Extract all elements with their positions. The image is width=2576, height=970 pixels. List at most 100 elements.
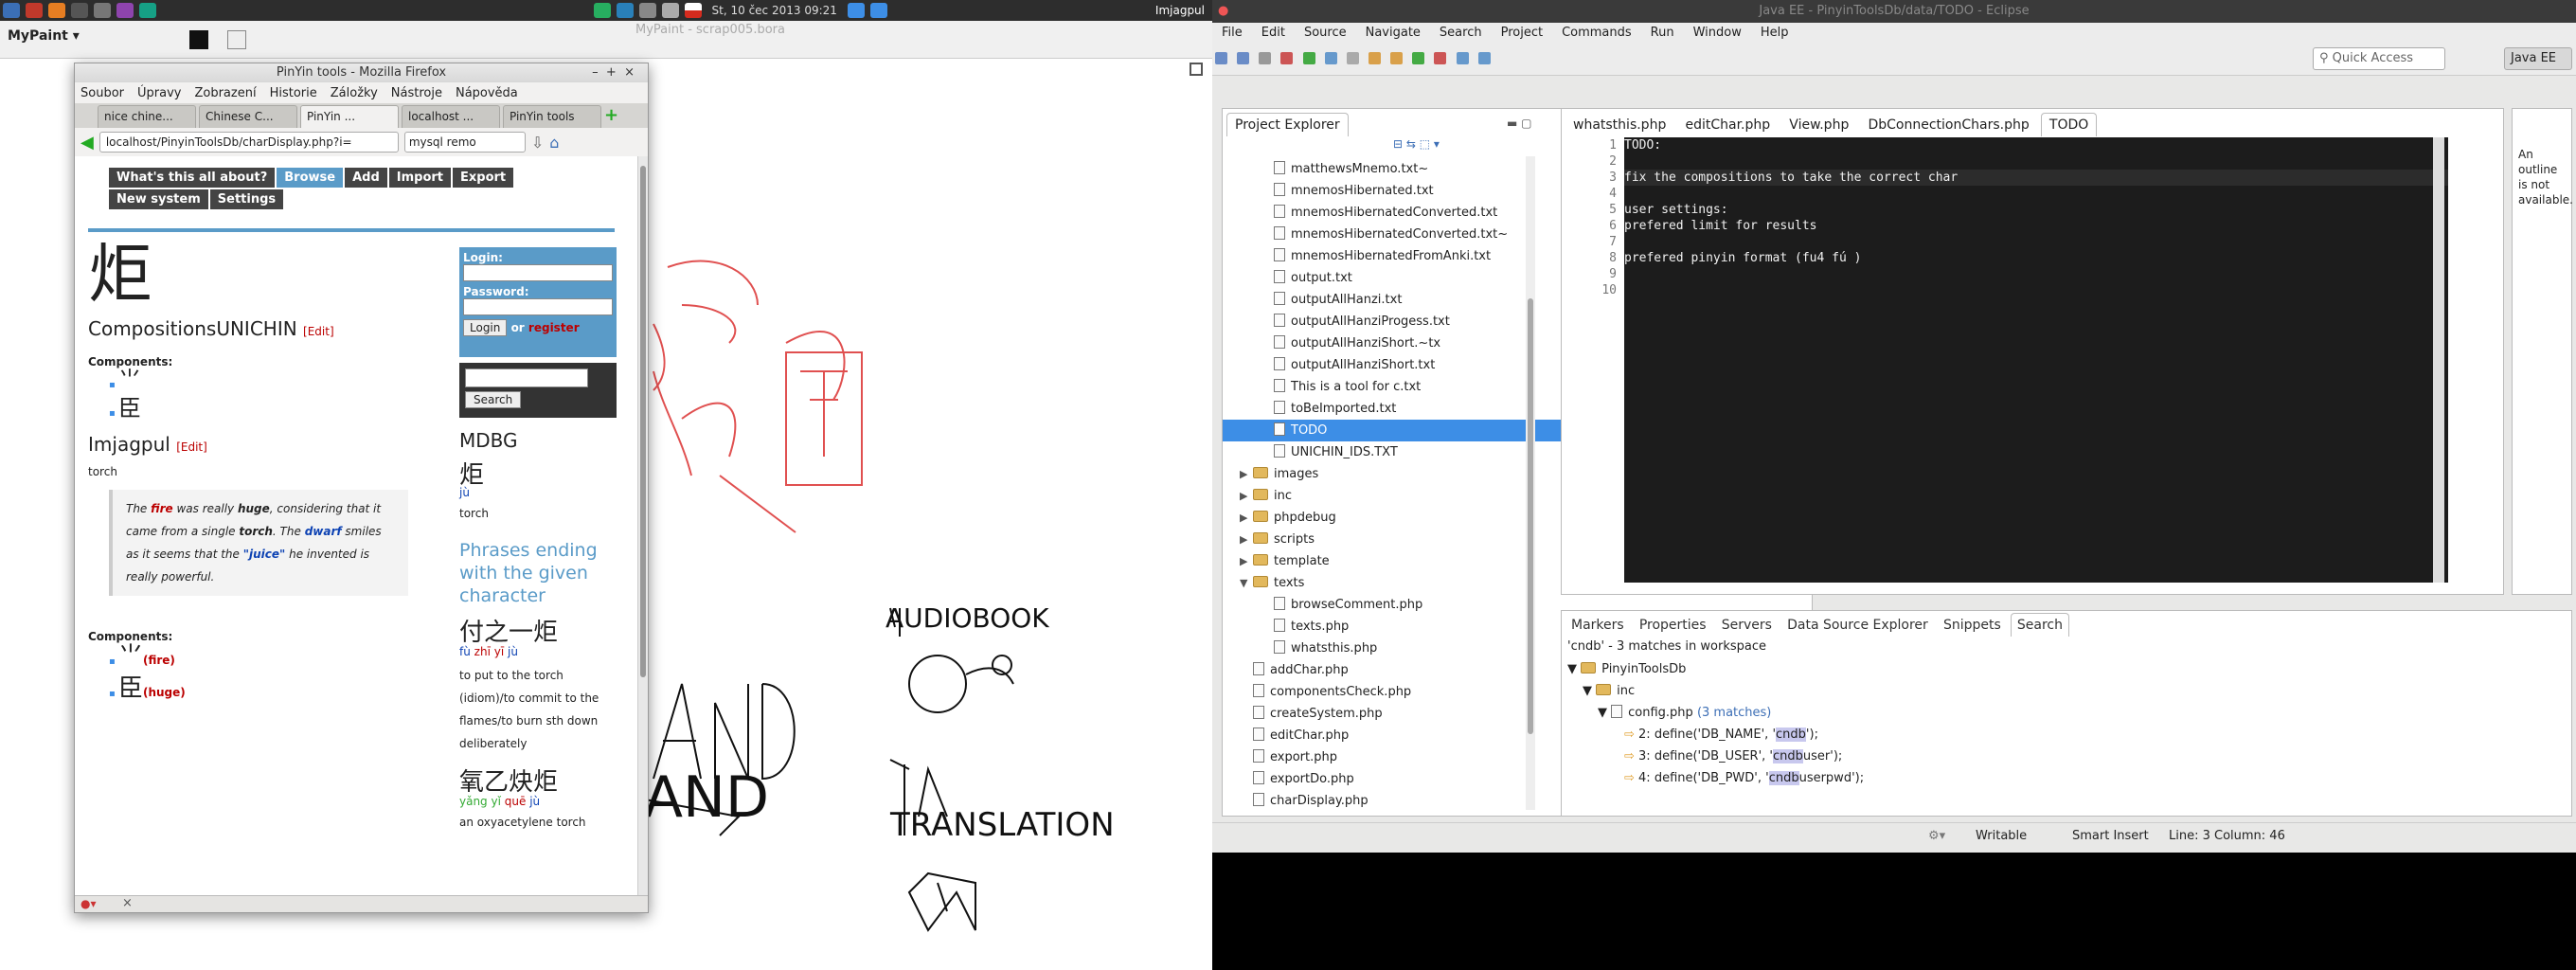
terminal-icon[interactable] — [71, 3, 88, 18]
component-item[interactable]: ▪ ⺌(fire) — [109, 643, 186, 675]
url-bar[interactable]: localhost/PinyinToolsDb/charDisplay.php?… — [98, 132, 399, 153]
expand-arrow-icon[interactable]: ▶ — [1240, 463, 1253, 485]
back-icon[interactable]: ◀ — [80, 133, 94, 153]
menu-navigate[interactable]: Navigate — [1366, 26, 1421, 40]
minimize-maximize-icons[interactable]: ▬ ▢ — [1507, 117, 1532, 130]
compositions-edit-link[interactable]: [Edit] — [303, 325, 334, 338]
editor-tab[interactable]: whatsthis.php — [1565, 114, 1673, 136]
code-line[interactable] — [1624, 234, 2448, 250]
forward-icon[interactable] — [1477, 52, 1491, 64]
nav-add[interactable]: Add — [345, 168, 387, 188]
nav-import[interactable]: Import — [388, 168, 452, 188]
code-line[interactable]: TODO: — [1624, 137, 2448, 153]
menu-commands[interactable]: Commands — [1562, 26, 1632, 40]
gear-icon[interactable]: ⚙▾ — [1928, 829, 1945, 843]
editor-icon[interactable] — [116, 3, 134, 18]
nav-new-system[interactable]: New system — [109, 189, 208, 209]
site-search-input[interactable] — [465, 368, 588, 387]
eclipse-titlebar[interactable]: Java EE - PinyinToolsDb/data/TODO - Ecli… — [1212, 0, 2576, 23]
component-item[interactable]: ▪ ⾂ — [109, 397, 141, 425]
scroll-thumb[interactable] — [640, 166, 646, 677]
open-type-icon[interactable] — [1368, 52, 1381, 64]
tab-servers[interactable]: Servers — [1716, 614, 1778, 637]
run-icon[interactable] — [1302, 52, 1315, 64]
menu-historie[interactable]: Historie — [270, 86, 317, 100]
menu-help[interactable]: Help — [1761, 26, 1789, 40]
code-line[interactable] — [1624, 153, 2448, 170]
tab-search[interactable]: Search — [2010, 613, 2070, 637]
stop-icon[interactable] — [1434, 52, 1447, 64]
collapse-link-icons[interactable]: ⊟ ⇆ ⬚ ▾ — [1393, 137, 1440, 151]
menu-run[interactable]: Run — [1651, 26, 1674, 40]
project-explorer-tab[interactable]: Project Explorer — [1226, 113, 1349, 136]
component-item[interactable]: ▪ ⾂(huge) — [109, 675, 186, 708]
window-controls[interactable]: – + × — [592, 63, 635, 82]
nav-browse[interactable]: Browse — [277, 168, 344, 188]
result-match[interactable]: ⇨ 3: define('DB_USER', 'cndbuser'); — [1567, 745, 1864, 767]
mail-icon[interactable] — [616, 3, 634, 18]
editor-tab[interactable]: DbConnectionChars.php — [1860, 114, 2036, 136]
menu-zobrazeni[interactable]: Zobrazení — [194, 86, 256, 100]
code-line[interactable]: user settings: — [1624, 202, 2448, 218]
nav-about[interactable]: What's this all about? — [109, 168, 276, 188]
menu-search[interactable]: Search — [1440, 26, 1482, 40]
search-bar[interactable]: mysql remo — [403, 132, 526, 153]
mypaint-menu[interactable]: MyPaint ▾ — [8, 28, 80, 44]
editor-tab[interactable]: View.php — [1781, 114, 1856, 136]
result-match[interactable]: ⇨ 2: define('DB_NAME', 'cndb'); — [1567, 724, 1864, 745]
czech-flag-icon[interactable] — [684, 3, 702, 18]
expand-arrow-icon[interactable]: ▶ — [1240, 485, 1253, 507]
brush-icon[interactable] — [227, 30, 246, 49]
editor-tab-active[interactable]: TODO — [2040, 113, 2098, 136]
code-line[interactable]: prefered pinyin format (fu4 fú ) — [1624, 250, 2448, 266]
tab-markers[interactable]: Markers — [1565, 614, 1630, 637]
close-window-icon[interactable]: ● — [1218, 0, 1228, 23]
tab-properties[interactable]: Properties — [1634, 614, 1712, 637]
result-file[interactable]: ▼ config.php (3 matches) — [1567, 702, 1864, 724]
firefox-icon[interactable] — [48, 3, 65, 18]
download-icon[interactable]: ⇩ — [531, 134, 544, 152]
imjagpul-edit-link[interactable]: [Edit] — [176, 440, 207, 454]
nav-export[interactable]: Export — [453, 168, 514, 188]
code-line[interactable] — [1624, 266, 2448, 282]
mypaint-menu-label[interactable]: MyPaint — [8, 28, 68, 44]
tab-4[interactable]: localhost ... — [402, 105, 500, 128]
run-as-icon[interactable] — [1412, 52, 1425, 64]
apps-menu-icon[interactable] — [3, 3, 20, 18]
power-icon[interactable] — [869, 3, 887, 18]
settings-icon[interactable] — [139, 3, 156, 18]
menu-edit[interactable]: Edit — [1261, 26, 1285, 40]
login-button[interactable]: Login — [463, 319, 508, 336]
menu-napoveda[interactable]: Nápověda — [456, 86, 518, 100]
project-explorer-title[interactable]: Project Explorer — [1226, 113, 1349, 136]
password-input[interactable] — [463, 298, 613, 315]
page-scrollbar[interactable] — [637, 156, 648, 897]
code-line[interactable]: prefered limit for results — [1624, 218, 2448, 234]
home-icon[interactable]: ⌂ — [549, 134, 559, 152]
menu-source[interactable]: Source — [1304, 26, 1347, 40]
tab-5[interactable]: PinYin tools — [503, 105, 601, 128]
code-editor[interactable]: TODO: fix the compositions to take the co… — [1624, 137, 2448, 583]
search-icon[interactable] — [1390, 52, 1404, 64]
expand-arrow-icon[interactable]: ▼ — [1240, 572, 1253, 594]
menu-zalozky[interactable]: Záložky — [331, 86, 378, 100]
tree-scrollbar[interactable] — [1526, 156, 1535, 810]
expand-arrow-icon[interactable]: ▶ — [1240, 507, 1253, 529]
step-icon[interactable] — [1324, 52, 1337, 64]
save-icon[interactable] — [1237, 52, 1250, 64]
debug-icon[interactable] — [1280, 52, 1294, 64]
tab-2[interactable]: Chinese C... — [199, 105, 297, 128]
editor-tab[interactable]: editChar.php — [1677, 114, 1778, 136]
expand-arrow-icon[interactable]: ▶ — [1240, 529, 1253, 550]
menu-file[interactable]: File — [1222, 26, 1243, 40]
perspective-button[interactable]: Java EE — [2504, 47, 2572, 70]
tab-3[interactable]: PinYin ... — [300, 105, 399, 128]
panel-clock[interactable]: St, 10 čec 2013 09:21 — [712, 4, 837, 17]
menu-soubor[interactable]: Soubor — [80, 86, 124, 100]
result-folder[interactable]: ▼ inc — [1567, 680, 1864, 702]
wifi-icon[interactable] — [661, 3, 679, 18]
back-icon[interactable] — [1456, 52, 1469, 64]
print-icon[interactable] — [1259, 52, 1272, 64]
tree-scroll-thumb[interactable] — [1528, 298, 1533, 734]
expand-arrow-icon[interactable]: ▶ — [1240, 550, 1253, 572]
